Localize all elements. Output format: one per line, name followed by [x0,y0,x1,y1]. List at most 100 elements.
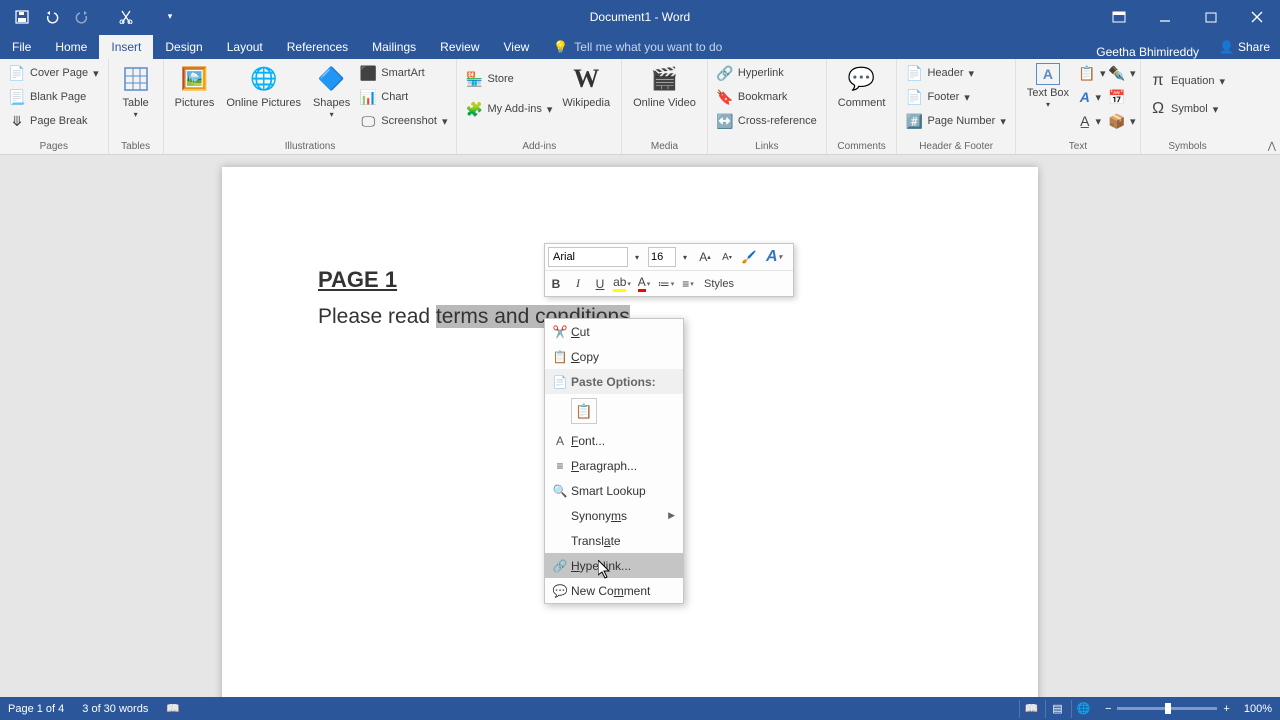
tab-view[interactable]: View [492,35,542,59]
save-button[interactable] [8,3,36,31]
comment-button[interactable]: 💬Comment [832,61,892,112]
mini-underline[interactable]: U [589,272,611,296]
tab-design[interactable]: Design [153,35,214,59]
mini-bold[interactable]: B [545,272,567,296]
dropcap-button[interactable]: A̲▾ [1075,109,1105,133]
page-number-button[interactable]: #️⃣Page Number ▾ [902,109,1009,133]
wikipedia-button[interactable]: WWikipedia [556,61,616,112]
crossref-button[interactable]: ↔️Cross-reference [713,109,821,133]
wordart-button[interactable]: A▾ [1075,85,1105,109]
close-button[interactable] [1234,0,1280,33]
ctx-paragraph[interactable]: ≡Paragraph... [545,453,683,478]
footer-button[interactable]: 📄Footer ▾ [902,85,1009,109]
search-icon: 🔍 [549,484,571,498]
paragraph-icon: ≡ [549,459,571,473]
share-button[interactable]: 👤Share [1209,35,1280,59]
mini-shrink-font[interactable]: A▾ [716,245,738,269]
pictures-button[interactable]: 🖼️Pictures [169,61,221,112]
document-title: Document1 - Word [184,10,1096,24]
smartart-button[interactable]: ⬛SmartArt [356,61,451,85]
zoom-slider[interactable] [1117,707,1217,710]
print-layout-button[interactable]: ▤ [1045,700,1069,718]
hyperlink-button[interactable]: 🔗Hyperlink [713,61,821,85]
status-words[interactable]: 3 of 30 words [82,703,148,715]
mini-highlight[interactable]: ab [611,272,633,296]
mini-size-dd[interactable]: ▾ [676,245,694,269]
ctx-synonyms[interactable]: Synonyms▶ [545,503,683,528]
blank-page-button[interactable]: 📃Blank Page [5,85,103,109]
zoom-in-button[interactable]: + [1223,703,1229,715]
group-label-symbols: Symbols [1146,141,1229,154]
status-page[interactable]: Page 1 of 4 [8,703,64,715]
symbol-button[interactable]: ΩSymbol ▾ [1146,97,1229,121]
maximize-button[interactable] [1188,0,1234,33]
tab-mailings[interactable]: Mailings [360,35,428,59]
cut-qat-button[interactable] [112,3,140,31]
textbox-button[interactable]: AText Box▾ [1021,61,1075,112]
header-button[interactable]: 📄Header ▾ [902,61,1009,85]
status-proofing[interactable]: 📖 [166,702,180,715]
datetime-button[interactable]: 📅 [1105,85,1135,109]
mini-size-input[interactable] [648,247,676,267]
mini-styles-icon[interactable]: A [760,245,788,269]
redo-button[interactable] [68,3,96,31]
read-mode-button[interactable]: 📖 [1019,700,1043,718]
group-tables: Table▾ Tables [109,59,164,154]
ribbon-display-button[interactable] [1096,0,1142,33]
signature-button[interactable]: ✒️▾ [1105,61,1135,85]
ctx-smart-lookup[interactable]: 🔍Smart Lookup [545,478,683,503]
shapes-button[interactable]: 🔷Shapes▾ [307,61,356,122]
table-button[interactable]: Table▾ [114,61,158,122]
collapse-ribbon-button[interactable]: ⋀ [1268,141,1276,152]
quick-parts-button[interactable]: 📋▾ [1075,61,1105,85]
tab-home[interactable]: Home [43,35,99,59]
dropcap-icon: A̲ [1079,113,1090,129]
cover-page-button[interactable]: 📄Cover Page ▾ [5,61,103,85]
tab-review[interactable]: Review [428,35,491,59]
mini-bullets[interactable]: ≔ [655,272,677,296]
qat-customize-button[interactable]: ▾ [156,3,184,31]
ctx-new-comment[interactable]: 💬New Comment [545,578,683,603]
tab-references[interactable]: References [275,35,360,59]
online-pictures-button[interactable]: 🌐Online Pictures [220,61,307,112]
addins-icon: 🧩 [466,101,482,117]
mini-styles-label[interactable]: Styles [699,272,739,296]
group-header-footer: 📄Header ▾ 📄Footer ▾ #️⃣Page Number ▾ Hea… [897,59,1015,154]
mini-grow-font[interactable]: A▴ [694,245,716,269]
group-links: 🔗Hyperlink 🔖Bookmark ↔️Cross-reference L… [708,59,827,154]
my-addins-button[interactable]: 🧩My Add-ins ▾ [462,97,556,121]
mini-font-color[interactable]: A [633,272,655,296]
tab-layout[interactable]: Layout [215,35,275,59]
tell-me-box[interactable]: 💡Tell me what you want to do [541,35,734,59]
online-video-button[interactable]: 🎬Online Video [627,61,702,112]
minimize-button[interactable] [1142,0,1188,33]
undo-button[interactable] [38,3,66,31]
mini-font-dd[interactable]: ▾ [628,245,646,269]
equation-button[interactable]: πEquation ▾ [1146,69,1229,93]
page-break-button[interactable]: ⤋Page Break [5,109,103,133]
submenu-arrow-icon: ▶ [668,510,675,521]
tab-insert[interactable]: Insert [99,35,153,59]
ctx-cut[interactable]: ✂️Cut [545,319,683,344]
store-button[interactable]: 🏪Store [462,67,556,91]
chart-button[interactable]: 📊Chart [356,85,451,109]
mini-numbering[interactable]: ≡ [677,272,699,296]
zoom-level[interactable]: 100% [1244,703,1272,715]
tab-file[interactable]: File [0,35,43,59]
web-layout-button[interactable]: 🌐 [1071,700,1095,718]
bookmark-button[interactable]: 🔖Bookmark [713,85,821,109]
pagenum-icon: #️⃣ [906,113,922,129]
mini-format-painter[interactable]: 🖌️ [738,245,760,269]
paste-keep-text-button[interactable]: 📋 [571,398,597,424]
screenshot-button[interactable]: 🖵Screenshot ▾ [356,109,451,133]
ctx-paste-options-header: 📄Paste Options: [545,369,683,394]
ctx-translate[interactable]: Translate [545,528,683,553]
ctx-copy[interactable]: 📋Copy [545,344,683,369]
ctx-hyperlink[interactable]: 🔗Hyperlink... [545,553,683,578]
zoom-out-button[interactable]: − [1105,703,1111,715]
mini-font-input[interactable] [548,247,628,267]
user-name[interactable]: Geetha Bhimireddy [1096,45,1209,59]
object-button[interactable]: 📦▾ [1105,109,1135,133]
ctx-font[interactable]: AFont... [545,428,683,453]
mini-italic[interactable]: I [567,272,589,296]
